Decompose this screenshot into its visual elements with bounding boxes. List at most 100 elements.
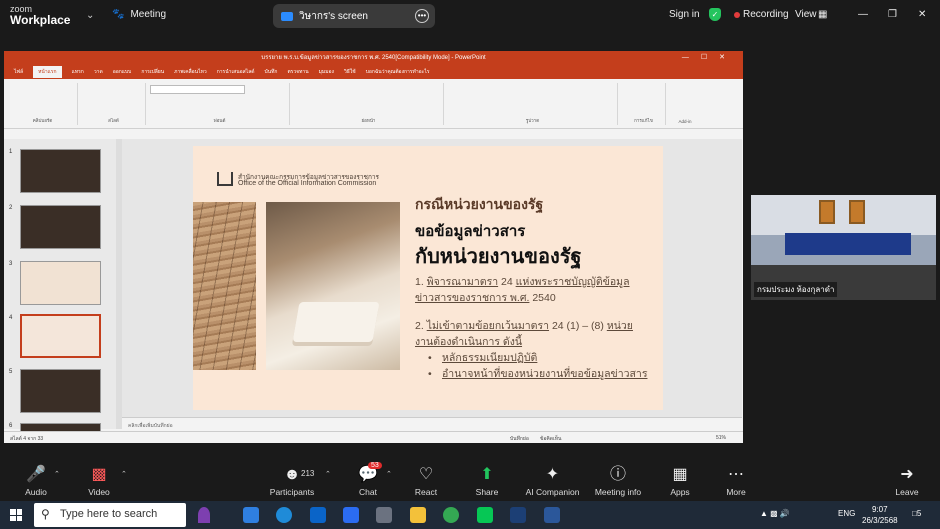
more-options-icon[interactable]: ••• [415,9,429,23]
audio-label: Audio [25,487,47,497]
ppt-tab-11[interactable]: วิธีใช้ [344,68,356,76]
ppt-tab-10[interactable]: มุมมอง [319,68,334,76]
notification-icon[interactable]: □5 [912,509,921,518]
ppt-tab-4[interactable]: ออกแบบ [113,68,132,76]
ribbon-group-label: ย่อหน้า [361,118,376,123]
ppt-tab-12[interactable]: บอกฉันว่าคุณต้องการทำอะไร [366,68,430,76]
taskbar-clock[interactable]: 9:07 26/3/2568 [862,504,898,526]
ribbon-group-label: รูปวาด [525,118,540,123]
comments-toggle-button[interactable]: ข้อคิดเห็น [540,435,561,443]
sparkle-icon: ✦ [545,466,560,483]
ribbon-group-slides[interactable]: สไลด์ [82,83,146,125]
audio-caret-icon[interactable]: ⌃ [54,470,60,478]
video-button[interactable]: ▩ Video [69,456,129,497]
slide-thumbnail-3[interactable] [20,261,101,305]
participant-name-label: กรมประมง ห้องกุลาดำ [754,282,838,297]
video-caret-icon[interactable]: ⌃ [121,470,127,478]
bullet-item: หลักธรรมเนียมปฏิบัติ [428,350,647,366]
participants-caret-icon[interactable]: ⌃ [325,470,331,478]
participant-video-tile[interactable]: กรมประมง ห้องกุลาดำ [751,195,936,300]
sign-in-button[interactable]: Sign in [669,9,700,20]
clock-date: 26/3/2568 [862,516,898,525]
recording-indicator[interactable]: Recording [743,9,789,20]
portrait-frame [849,200,865,224]
share-button[interactable]: ⬆ Share [457,456,517,497]
book-icon [217,172,233,186]
zoom-meeting-icon[interactable] [510,507,526,523]
notes-toggle-button[interactable]: บันทึกย่อ [510,435,529,443]
share-icon: ⬆ [480,466,494,483]
leave-icon: ➜ [900,466,914,483]
ribbon-group-addin[interactable]: Add-in [670,83,700,125]
thumbnail-number: 6 [9,423,13,429]
calculator-icon[interactable] [376,507,392,523]
meeting-menu[interactable]: 🐾 Meeting [112,9,166,20]
ppt-tab-2[interactable]: แทรก [72,68,84,76]
notes-pane[interactable]: คลิกเพื่อเพิ่มบันทึกย่อ [122,417,742,431]
view-options-icon[interactable]: ▦ [818,9,827,20]
font-name-box[interactable] [150,85,245,94]
more-button[interactable]: ⋯ More [706,456,766,497]
ppt-tab-5[interactable]: การเปลี่ยน [141,68,164,76]
chat-caret-icon[interactable]: ⌃ [386,470,392,478]
ribbon-group-label: สไลด์ [108,118,119,123]
edge-icon[interactable] [276,507,292,523]
video-off-icon: ▩ [91,466,107,483]
screen-share-pill[interactable]: วิษากร's screen ••• [273,4,435,28]
quick-access-bar [4,129,743,139]
chat-badge: 53 [368,462,382,469]
zoom-level[interactable]: 51% [716,435,726,441]
ribbon-group-paragraph[interactable]: ย่อหน้า [294,83,444,125]
ribbon-group-editing[interactable]: การแก้ไข [622,83,666,125]
slide-thumbnail-5[interactable] [20,369,101,413]
ai-companion-button[interactable]: ✦ AI Companion [515,456,590,497]
restore-icon[interactable]: ❐ [888,9,897,20]
ribbon-group-label: คลิปบอร์ด [32,118,53,123]
language-indicator[interactable]: ENG [838,509,855,518]
apps-button[interactable]: ▦ Apps [650,456,710,497]
taskbar-search-box[interactable]: ⚲ Type here to search [34,503,186,527]
ppt-window-controls[interactable]: —☐✕ [682,51,737,65]
ppt-tab-7[interactable]: การนำเสนอสไลด์ [217,68,255,76]
portrait-frame [819,200,835,224]
apps-label: Apps [670,487,690,497]
ppt-tab-0[interactable]: ไฟล์ [14,68,23,76]
leave-button[interactable]: ➜ Leave [877,456,937,497]
file-explorer-icon[interactable] [410,507,426,523]
slide-thumbnail-2[interactable] [20,205,101,249]
info-icon: ⓘ [609,466,626,483]
thumbnail-number: 5 [9,369,13,375]
ribbon-group-drawing[interactable]: รูปวาด [448,83,618,125]
ppt-tab-3[interactable]: วาด [94,68,103,76]
slide-point-1: 1. พิจารณามาตรา 24 แห่งพระราชบัญญัติข้อม… [415,274,643,306]
meeting-label: Meeting [130,9,167,20]
close-icon[interactable]: ✕ [918,9,926,20]
zoom-top-bar: zoom Workplace ⌄ 🐾 Meeting วิษากร's scre… [0,0,940,34]
word-icon[interactable] [544,507,560,523]
minimize-icon[interactable]: — [858,9,868,20]
shield-icon[interactable]: ✓ [709,8,721,21]
chrome-icon[interactable] [443,507,459,523]
ppt-tab-9[interactable]: ตรวจทาน [287,68,308,76]
slide-thumbnail-4[interactable] [20,314,101,358]
chevron-down-icon[interactable]: ⌄ [86,10,94,21]
tray-icons[interactable]: ▲ ▩ 🔊 [760,509,790,518]
point-year: 2540 [529,292,556,304]
slide-thumbnail-1[interactable] [20,149,101,193]
react-button[interactable]: ♡ React [396,456,456,497]
view-button[interactable]: View [795,9,817,20]
windows-start-icon[interactable] [10,509,22,521]
ppt-tab-1[interactable]: หน้าแรก [33,66,62,78]
ribbon-group-clipboard[interactable]: คลิปบอร์ด [8,83,78,125]
outlook-icon[interactable] [310,507,326,523]
line-app-icon[interactable] [477,507,493,523]
meeting-info-button[interactable]: ⓘ Meeting info [588,456,648,497]
ppt-tab-6[interactable]: ภาพเคลื่อนไหว [174,68,207,76]
copilot-icon[interactable] [243,507,259,523]
more-icon: ⋯ [728,466,744,483]
slide-point-2: 2. ไม่เข้าตามข้อยกเว้นมาตรา 24 (1) – (8)… [415,318,649,350]
zoom-logo: zoom Workplace [10,4,70,26]
thumbnail-number: 4 [9,315,13,321]
zoom-app-icon[interactable] [343,507,359,523]
ppt-tab-8[interactable]: บันทึก [265,68,278,76]
